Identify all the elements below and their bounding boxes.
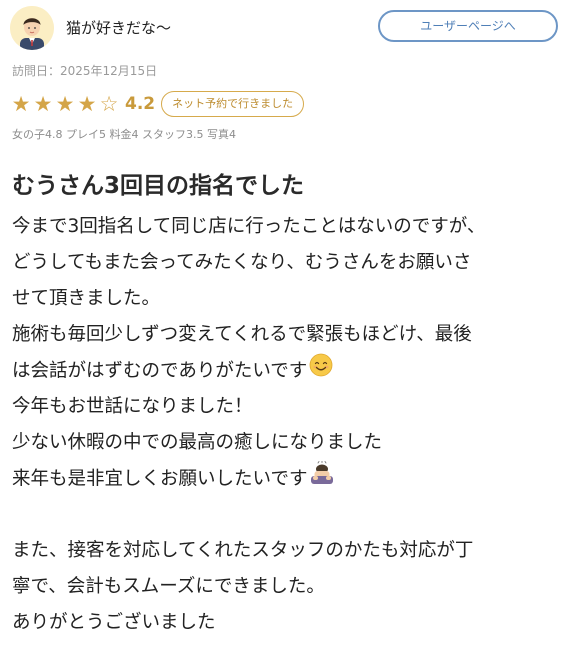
booking-badge: ネット予約で行きました [161, 91, 305, 117]
review-line: せて頂きました。 [12, 288, 161, 309]
visit-date: 訪問日：2025年12月15日 [12, 64, 158, 78]
review-page: 猫が好きだな〜 ユーザーページへ 訪問日：2025年12月15日 ★ ★ ★ ★… [0, 0, 576, 664]
star-filled-icon: ★ [77, 91, 97, 116]
review-line: ありがとうございました [12, 612, 216, 633]
person-avatar-icon [10, 6, 54, 50]
review-line: どうしてもまた会ってみたくなり、むうさんをお願いさ [12, 252, 472, 273]
review-line: 寧で、会計もスムーズにできました。 [12, 576, 325, 597]
star-empty-icon: ☆ [99, 91, 119, 116]
review-line: また、接客を対応してくれたスタッフのかたも対応が丁 [12, 540, 474, 561]
rating-row: ★ ★ ★ ★ ☆ 4.2 ネット予約で行きました [10, 90, 305, 118]
smiling-face-icon [309, 353, 333, 390]
star-filled-icon: ★ [11, 91, 31, 116]
user-page-button[interactable]: ユーザーページへ [378, 10, 558, 42]
review-header: 猫が好きだな〜 ユーザーページへ [10, 6, 566, 50]
review-line: 今まで3回指名して同じ店に行ったことはないのですが、 [12, 216, 486, 237]
review-line: 来年も是非宜しくお願いしたいです [12, 460, 560, 498]
review-line: は会話がはずむのでありがたいです [12, 353, 560, 389]
star-rating: ★ ★ ★ ★ ☆ [10, 91, 120, 116]
review-line-text: は会話がはずむのでありがたいです [12, 360, 308, 382]
review-line-text: 来年も是非宜しくお願いしたいです [12, 468, 308, 490]
review-title: むうさん3回目の指名でした [12, 173, 305, 199]
username[interactable]: 猫が好きだな〜 [66, 17, 171, 38]
avatar[interactable] [10, 6, 54, 50]
review-line: 今年もお世話になりました！ [12, 396, 253, 417]
rating-score: 4.2 [125, 94, 156, 114]
star-filled-icon: ★ [33, 91, 53, 116]
sub-scores: 女の子4.8 プレイ5 料金4 スタッフ3.5 写真4 [12, 128, 236, 141]
review-line: 施術も毎回少しずつ変えてくれるで緊張もほどけ、最後 [12, 324, 472, 345]
review-body: 今まで3回指名して同じ店に行ったことはないのですが、 どうしてもまた会ってみたく… [12, 209, 560, 641]
review-line: 少ない休暇の中での最高の癒しになりました [12, 432, 383, 453]
star-filled-icon: ★ [55, 91, 75, 116]
bowing-person-icon [309, 460, 335, 498]
